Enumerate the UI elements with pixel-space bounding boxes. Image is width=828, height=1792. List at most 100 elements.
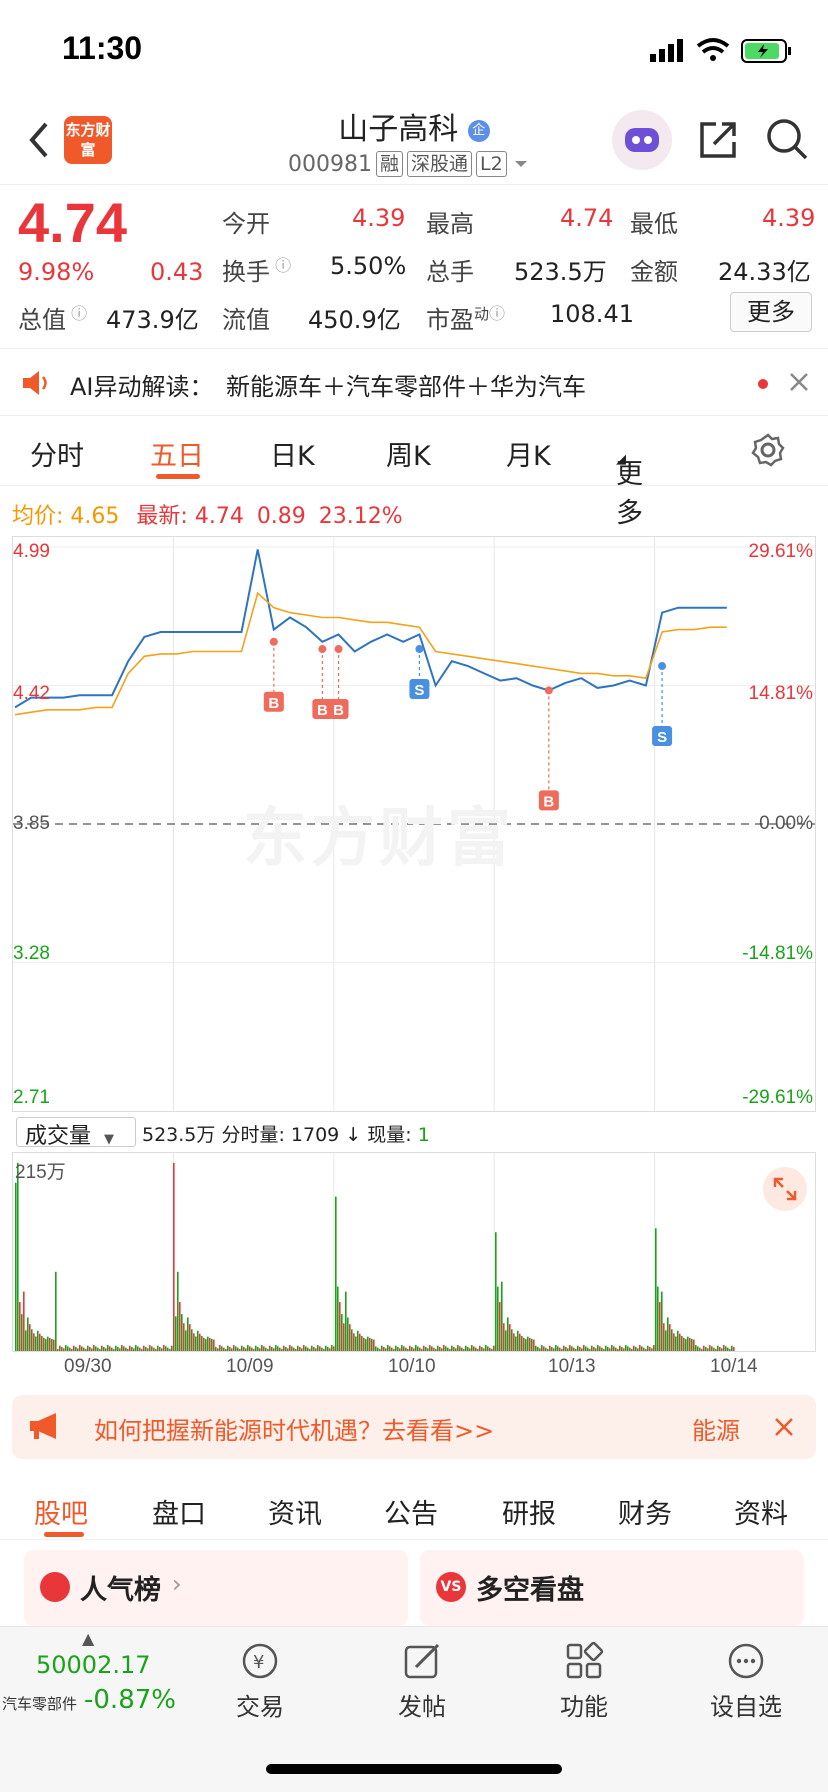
promo-banner[interactable]: 如何把握新能源时代机遇？去看看>> 能源 xyxy=(12,1395,816,1459)
low-label: 最低 xyxy=(630,210,678,238)
volume-bar xyxy=(711,1346,713,1351)
volume-bar xyxy=(641,1346,643,1351)
volume-bar xyxy=(669,1324,671,1351)
nav-functions[interactable]: 功能 xyxy=(524,1627,644,1722)
volume-bar xyxy=(707,1348,709,1351)
y-right-tick-4: -29.61% xyxy=(742,1087,813,1108)
volume-bar xyxy=(655,1228,657,1351)
tab-weekly-k[interactable]: 周K xyxy=(386,434,431,473)
volume-max-label: 215万 xyxy=(15,1162,66,1183)
tab-five-day[interactable]: 五日 xyxy=(150,434,204,473)
volume-bar xyxy=(533,1339,535,1351)
volume-bar xyxy=(43,1337,45,1351)
volume-bar xyxy=(285,1347,287,1351)
volume-bar xyxy=(283,1345,285,1351)
volume-bar xyxy=(167,1347,169,1351)
volume-bar xyxy=(571,1346,573,1351)
close-icon[interactable] xyxy=(788,371,810,393)
volume-bar xyxy=(661,1291,663,1351)
volume-bar xyxy=(605,1345,607,1351)
volume-bar xyxy=(629,1347,631,1351)
five-day-price-chart[interactable]: BBBSBS 东方财富 4.99 4.42 3.85 3.28 2.71 29.… xyxy=(12,536,816,1112)
ai-analysis-bar[interactable]: AI异动解读： 新能源车＋汽车零部件＋华为汽车 xyxy=(0,348,828,416)
volume-bar xyxy=(313,1347,315,1351)
volume-bar xyxy=(83,1347,85,1351)
tab-guba[interactable]: 股吧 xyxy=(34,1492,88,1531)
volume-bar xyxy=(529,1337,531,1351)
volume-bar xyxy=(527,1336,529,1351)
volume-bar xyxy=(561,1349,563,1351)
settings-gear-icon[interactable] xyxy=(750,432,786,468)
volume-bar xyxy=(497,1286,499,1351)
volume-bar xyxy=(461,1347,463,1351)
tab-finance[interactable]: 财务 xyxy=(618,1492,672,1531)
volume-bar xyxy=(415,1345,417,1351)
volume-bar xyxy=(519,1333,521,1351)
volume-bar xyxy=(521,1335,523,1351)
popularity-card[interactable]: 人气榜 › xyxy=(24,1550,408,1626)
stock-subtitle[interactable]: 000981 融 深股通 L2 xyxy=(288,151,531,177)
volume-chart[interactable]: 215万 xyxy=(12,1152,816,1352)
pe-label[interactable]: 市盈动ⓘ xyxy=(426,300,505,335)
tab-intraday[interactable]: 分时 xyxy=(30,434,84,473)
volume-bar xyxy=(177,1271,179,1351)
volume-bar xyxy=(287,1348,289,1351)
nav-add-watchlist[interactable]: 设自选 xyxy=(686,1627,806,1722)
ai-text: 新能源车＋汽车零部件＋华为汽车 xyxy=(226,373,586,401)
volume-bar xyxy=(411,1347,413,1351)
x-label-1: 10/09 xyxy=(226,1356,274,1377)
volume-bar xyxy=(631,1349,633,1351)
ai-robot-avatar[interactable] xyxy=(612,110,672,170)
close-icon[interactable] xyxy=(774,1417,794,1437)
volume-bar xyxy=(241,1345,243,1351)
nav-post[interactable]: 发帖 xyxy=(362,1627,482,1722)
nav-post-label: 发帖 xyxy=(398,1693,446,1721)
volume-bar xyxy=(493,1345,495,1351)
tab-pankou[interactable]: 盘口 xyxy=(152,1492,206,1531)
tab-research[interactable]: 研报 xyxy=(502,1492,556,1531)
volume-bar xyxy=(173,1162,175,1351)
index-widget[interactable]: ▲ 50002.17 汽车零部件 -0.87% xyxy=(0,1627,180,1737)
tab-profile[interactable]: 资料 xyxy=(734,1492,788,1531)
bull-bear-card[interactable]: VS 多空看盘 xyxy=(420,1550,804,1626)
tab-notice[interactable]: 公告 xyxy=(384,1492,438,1531)
volume-bar xyxy=(169,1349,171,1351)
volume-bar xyxy=(113,1349,115,1351)
volume-bar xyxy=(469,1348,471,1351)
turnover-label[interactable]: 换手 ⓘ xyxy=(222,252,291,287)
volume-bar xyxy=(487,1346,489,1351)
volume-bar xyxy=(361,1335,363,1351)
tab-monthly-k[interactable]: 月K xyxy=(506,434,551,473)
search-button[interactable] xyxy=(764,116,810,162)
y-left-tick-1: 4.42 xyxy=(13,683,50,704)
volume-bar xyxy=(675,1336,677,1351)
volume-bar xyxy=(413,1348,415,1351)
volume-bar xyxy=(505,1330,507,1351)
mktcap-label[interactable]: 总值 ⓘ xyxy=(18,300,87,335)
more-button[interactable]: 更多 xyxy=(730,292,812,332)
volume-bar xyxy=(341,1314,343,1351)
volume-bar xyxy=(99,1349,101,1351)
volume-bar xyxy=(41,1335,43,1351)
volume-bar xyxy=(633,1345,635,1351)
volume-bar xyxy=(503,1323,505,1351)
open-value: 4.39 xyxy=(352,204,406,232)
share-button[interactable] xyxy=(696,118,740,162)
chevron-right-icon: › xyxy=(172,1570,182,1598)
caret-up-icon: ▲ xyxy=(82,1629,95,1648)
volume-bar xyxy=(387,1345,389,1351)
volume-bar xyxy=(191,1329,193,1351)
marker-dot xyxy=(334,645,343,654)
change-pct: 9.98% xyxy=(18,258,95,286)
volume-bar xyxy=(705,1347,707,1351)
caret-down-icon xyxy=(514,161,527,167)
volume-bar xyxy=(687,1336,689,1351)
nav-trade[interactable]: ¥ 交易 xyxy=(200,1627,320,1722)
tab-news[interactable]: 资讯 xyxy=(268,1492,322,1531)
amount-label: 金额 xyxy=(630,258,678,286)
indicator-selector[interactable]: 成交量 ▼ xyxy=(16,1117,136,1149)
volume-bar xyxy=(289,1345,291,1351)
expand-button[interactable] xyxy=(763,1167,807,1211)
tab-daily-k[interactable]: 日K xyxy=(270,434,315,473)
volume-bar xyxy=(197,1330,199,1351)
